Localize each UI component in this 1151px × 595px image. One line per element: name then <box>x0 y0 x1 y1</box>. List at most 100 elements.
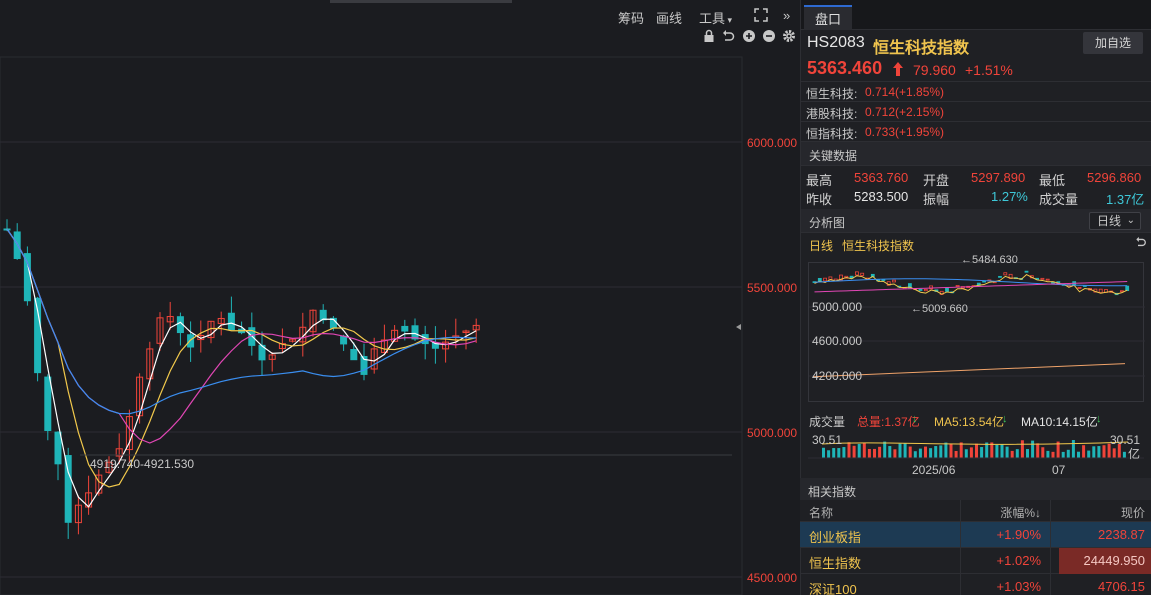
table-row[interactable]: 创业板指 +1.90% 2238.87 <box>800 522 1151 548</box>
mini-ma-lines <box>812 273 1128 378</box>
amplitude-value: 1.27% <box>991 189 1028 204</box>
volume-bar <box>929 448 933 458</box>
arrow-down-icon: ↓ <box>1096 413 1102 425</box>
double-chevron-right-icon[interactable]: » <box>783 8 790 23</box>
volume-bar <box>1112 448 1116 458</box>
volume-chart[interactable]: 30.51 30.51 亿 2025/06 07 <box>808 430 1144 478</box>
scroll-indicator[interactable] <box>330 0 512 3</box>
volume-bar <box>1005 446 1009 458</box>
tab-quote[interactable]: 盘口 <box>804 5 852 30</box>
candle-body <box>13 231 21 259</box>
volume-bar <box>1015 449 1019 458</box>
volume-bar <box>822 447 825 458</box>
section-title: 关键数据 <box>809 149 858 163</box>
etf-row[interactable]: 恒生科技: 0.714(+1.85%) <box>801 82 1151 102</box>
volume-bar <box>1061 451 1065 458</box>
chevron-down-icon: ⌄ <box>1126 215 1135 226</box>
volume-title: 成交量 <box>809 415 846 429</box>
volume-bar <box>1026 449 1029 458</box>
mini-low-value: 5009.660 <box>922 303 968 315</box>
mini-kline-chart[interactable]: ←5484.630 ←5009.660 5000.000 4600.000 42… <box>808 254 1145 402</box>
undo-icon[interactable] <box>722 29 735 47</box>
kline-svg[interactable]: 6000.000 5500.000 5000.000 4500.000 4919.74… <box>0 0 800 595</box>
volume-bar <box>847 442 851 458</box>
price-tick-label: 5500.000 <box>747 281 797 295</box>
volume-bar <box>837 448 841 458</box>
volume-bar <box>1082 445 1086 458</box>
mini-candle <box>982 280 987 283</box>
zoom-out-icon[interactable] <box>762 29 776 47</box>
volume-bar <box>1010 450 1014 458</box>
volume-bar <box>918 448 922 458</box>
index-pct: +1.03% <box>996 579 1041 594</box>
volume-bar <box>969 447 973 458</box>
mini-chart-legend: 日线 恒生科技指数 <box>801 233 1151 253</box>
zoom-in-icon[interactable] <box>742 29 756 47</box>
col-pct-header[interactable]: 涨幅%↓ <box>1000 504 1041 521</box>
candle-body <box>411 325 419 340</box>
mini-y-tick: 5000.000 <box>812 300 863 314</box>
key-data-row: 昨收 5283.500 振幅 1.27% 成交量 1.37亿 <box>801 187 1151 207</box>
chips-button[interactable]: 筹码 <box>618 8 644 27</box>
mini-high-value: 5484.630 <box>972 254 1018 266</box>
tools-menu-button[interactable]: 工具 ▾ <box>699 8 732 27</box>
price-tick-label: 5000.000 <box>747 426 797 440</box>
mini-candle <box>860 272 865 276</box>
etf-row[interactable]: 港股科技: 0.712(+2.15%) <box>801 102 1151 122</box>
undo-icon[interactable] <box>1135 236 1147 251</box>
price-change-pct: +1.51% <box>965 62 1013 78</box>
mini-candle <box>923 288 928 292</box>
table-row[interactable]: 深证100 +1.03% 4706.15 <box>800 574 1151 595</box>
mini-candle <box>1003 272 1008 276</box>
volume-bar <box>1036 443 1040 458</box>
volume-unit: 亿 <box>1127 447 1140 461</box>
symbol-code: HS2083 <box>807 34 865 51</box>
arrow-down-icon: ↓ <box>912 413 918 425</box>
mini-candle <box>1119 290 1124 293</box>
kline-chart[interactable]: 6000.000 5500.000 5000.000 4500.000 4919.74… <box>0 0 800 595</box>
expand-icon[interactable] <box>754 8 768 25</box>
chart-icon-row <box>700 29 800 47</box>
column-divider <box>960 500 961 521</box>
legend-period: 日线 <box>809 239 834 253</box>
legend-name: 恒生科技指数 <box>842 239 915 253</box>
col-name-header[interactable]: 名称 <box>809 504 833 521</box>
mini-ma-line <box>814 281 1128 293</box>
range-annotation: 4919.740-4921.530 <box>90 457 194 471</box>
volume-bar <box>959 442 963 458</box>
key-data-row: 最高 5363.760 开盘 5297.890 最低 5296.860 <box>801 168 1151 188</box>
draw-line-button[interactable]: 画线 <box>656 8 682 27</box>
volume-bar <box>964 449 968 458</box>
lock-icon[interactable] <box>703 29 715 47</box>
price-tick-label: 4500.000 <box>747 571 797 585</box>
column-divider <box>1050 574 1051 595</box>
mini-candle <box>855 271 859 276</box>
volume-ma10: MA10:14.15亿 <box>1021 415 1098 429</box>
col-price-header[interactable]: 现价 <box>1121 504 1145 521</box>
etf-label: 港股科技: <box>806 107 858 121</box>
volume-left-value: 30.51 <box>812 433 843 447</box>
volume-bar <box>867 448 871 458</box>
mini-candle <box>1125 285 1130 291</box>
candle-body <box>54 431 62 465</box>
column-divider <box>1050 548 1051 573</box>
candle-body <box>64 455 72 523</box>
period-select[interactable]: 日线 ⌄ <box>1089 212 1141 230</box>
index-name: 恒生指数 <box>809 556 862 571</box>
amplitude-label: 振幅 <box>923 192 950 207</box>
volume-bar <box>924 446 927 458</box>
related-index-header: 相关指数 <box>800 478 1151 502</box>
gear-icon[interactable] <box>782 29 796 47</box>
volume-bar <box>1041 447 1045 458</box>
volume-bar <box>990 442 994 458</box>
mini-candle <box>955 285 960 287</box>
table-row[interactable]: 恒生指数 +1.02% 24449.950 <box>800 548 1151 574</box>
etf-row[interactable]: 恒指科技: 0.733(+1.95%) <box>801 122 1151 142</box>
candle-body <box>227 312 235 331</box>
column-divider <box>960 522 961 547</box>
volume-bar <box>995 444 999 458</box>
section-title: 相关指数 <box>808 485 857 499</box>
prev-close-value: 5283.500 <box>854 189 909 204</box>
add-watchlist-button[interactable]: 加自选 <box>1083 32 1143 54</box>
volume-bar <box>883 441 887 458</box>
